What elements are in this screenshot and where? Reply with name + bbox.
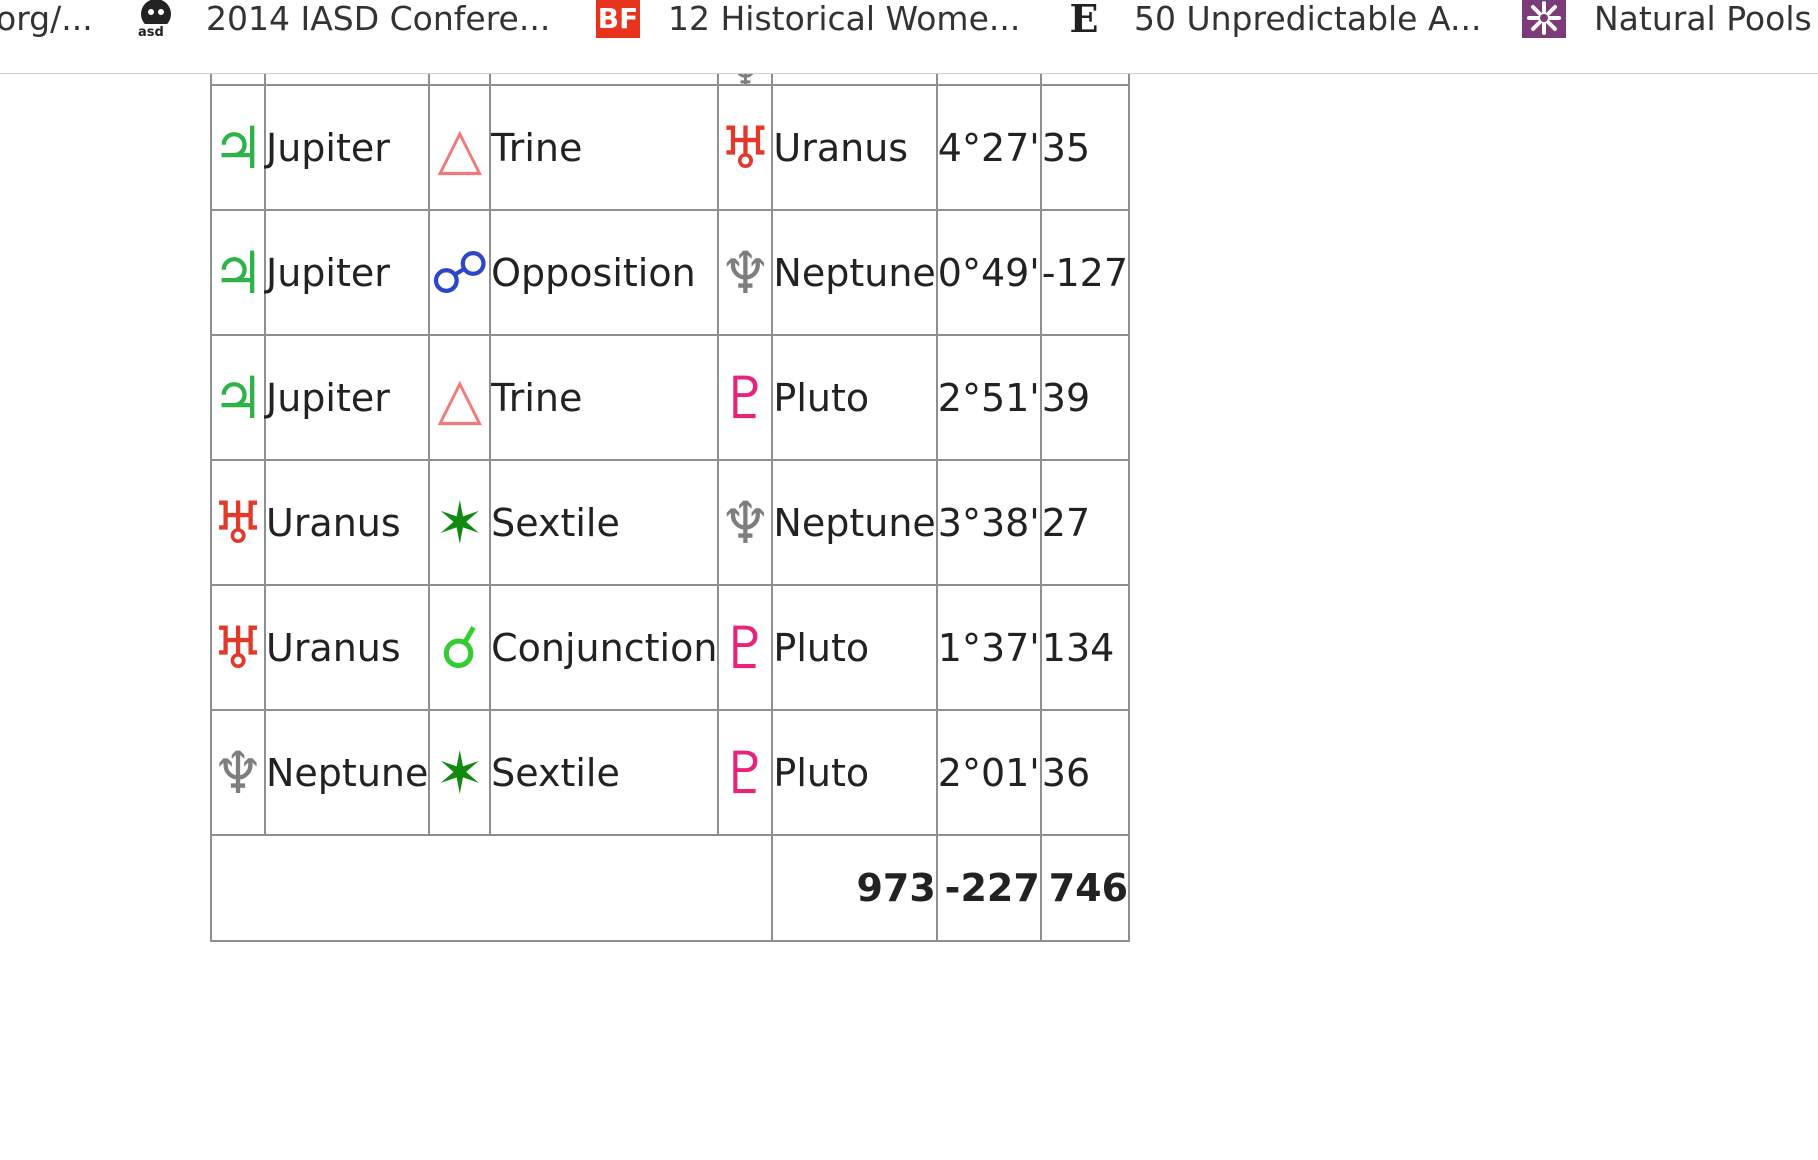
- table-row-totals: 973 -227 746: [209, 834, 1131, 942]
- pluto-icon: ♇: [719, 363, 772, 432]
- cell-symbol: △: [428, 84, 492, 211]
- pluto-icon: ♇: [719, 613, 772, 682]
- cell-symbol: ♃: [210, 334, 266, 461]
- trine-icon: △: [437, 363, 483, 432]
- opposition-icon: ☍: [430, 238, 490, 307]
- cell-orb: 3°38': [935, 459, 1042, 586]
- cell-orb: 2°51': [935, 334, 1042, 461]
- cell-symbol: ♅: [210, 459, 266, 586]
- uranus-icon: ♅: [212, 613, 264, 682]
- pluto-icon: ♇: [719, 738, 772, 807]
- neptune-icon: ♆: [719, 488, 772, 557]
- cell-p1: Jupiter: [263, 84, 431, 211]
- bookmark-label: Natural Pools: [1594, 0, 1812, 38]
- cell-orb: 1°37': [935, 584, 1042, 711]
- cell-symbol: ♆: [717, 209, 774, 336]
- cell-symbol: △: [428, 334, 492, 461]
- cell-empty: [209, 834, 774, 942]
- cell-symbol: ☍: [428, 209, 492, 336]
- uranus-icon: ♅: [212, 488, 264, 557]
- bookmark-label: 2014 IASD Confere...: [206, 0, 551, 38]
- e-icon: E: [1069, 0, 1099, 41]
- total-positive: 973: [771, 834, 938, 942]
- cell-aspect: Sextile: [489, 459, 720, 586]
- total-net: 746: [1039, 834, 1131, 942]
- cell-symbol: ♃: [210, 209, 266, 336]
- jupiter-icon: ♃: [212, 113, 264, 182]
- cell-symbol: ♅: [717, 84, 774, 211]
- iasd-logo-icon: asd: [134, 0, 178, 38]
- table-row: ♅ Uranus ✶ Sextile ♆ Neptune 3°38' 27: [210, 459, 1131, 586]
- neptune-icon: ♆: [212, 738, 264, 807]
- cell-power: 134: [1039, 584, 1131, 711]
- cell-symbol: ☌: [428, 584, 492, 711]
- cell-p2: Neptune: [771, 209, 938, 336]
- conjunction-icon: ☌: [440, 613, 480, 682]
- flower-icon: [1522, 0, 1566, 38]
- cell-power: 35: [1039, 84, 1131, 211]
- cell-p2: Neptune: [771, 459, 938, 586]
- svg-text:asd: asd: [138, 25, 164, 38]
- cell-p2: Uranus: [771, 84, 938, 211]
- cell-p2: Pluto: [771, 584, 938, 711]
- neptune-icon: ♆: [719, 238, 772, 307]
- cell-power: 39: [1039, 334, 1131, 461]
- bookmark-3[interactable]: BF 12 Historical Wome...: [596, 0, 1021, 38]
- cell-p1: Jupiter: [263, 334, 431, 461]
- cell-symbol: ♆: [210, 709, 266, 836]
- aspects-table: ♆ ♃Jupiter△Trine♅Uranus4°27'35♃Jupiter☍O…: [209, 36, 1131, 942]
- bookmark-5[interactable]: Natural Pools: [1522, 0, 1812, 38]
- cell-symbol: ✶: [428, 709, 492, 836]
- cell-symbol: ♅: [210, 584, 266, 711]
- cell-aspect: Sextile: [489, 709, 720, 836]
- cell-p1: Neptune: [263, 709, 431, 836]
- cell-aspect: Trine: [489, 334, 720, 461]
- jupiter-icon: ♃: [212, 363, 264, 432]
- bookmark-1[interactable]: org/...: [0, 0, 93, 38]
- bookmark-label: org/...: [0, 0, 93, 38]
- total-negative: -227: [935, 834, 1042, 942]
- table-row: ♃ Jupiter △ Trine ♅ Uranus 4°27' 35: [210, 84, 1131, 211]
- cell-power: -127: [1039, 209, 1131, 336]
- cell-aspect: Conjunction: [489, 584, 720, 711]
- cell-p1: Jupiter: [263, 209, 431, 336]
- cell-aspect: Opposition: [489, 209, 720, 336]
- cell-orb: 2°01': [935, 709, 1042, 836]
- cell-power: 27: [1039, 459, 1131, 586]
- trine-icon: △: [437, 113, 483, 182]
- cell-symbol: ♇: [717, 584, 774, 711]
- table-row: ♆ Neptune ✶ Sextile ♇ Pluto 2°01' 36: [210, 709, 1131, 836]
- uranus-icon: ♅: [719, 113, 772, 182]
- bookmark-4[interactable]: E 50 Unpredictable A...: [1062, 0, 1482, 41]
- jupiter-icon: ♃: [212, 238, 264, 307]
- cell-orb: 4°27': [935, 84, 1042, 211]
- bookmark-label: 12 Historical Wome...: [668, 0, 1021, 38]
- cell-p1: Uranus: [263, 584, 431, 711]
- cell-power: 36: [1039, 709, 1131, 836]
- cell-symbol: ♇: [717, 709, 774, 836]
- table-row: ♃ Jupiter ☍ Opposition ♆ Neptune 0°49' -127: [210, 209, 1131, 336]
- bf-icon: BF: [596, 0, 640, 38]
- bookmark-label: 50 Unpredictable A...: [1134, 0, 1482, 38]
- sextile-icon: ✶: [435, 488, 485, 557]
- bookmarks-bar: org/... asd 2014 IASD Confere... BF 12 H…: [0, 0, 1818, 74]
- table-row: ♃ Jupiter △ Trine ♇ Pluto 2°51' 39: [210, 334, 1131, 461]
- cell-symbol: ♆: [717, 459, 774, 586]
- cell-symbol: ♇: [717, 334, 774, 461]
- cell-orb: 0°49': [935, 209, 1042, 336]
- cell-p2: Pluto: [771, 709, 938, 836]
- cell-p2: Pluto: [771, 334, 938, 461]
- cell-aspect: Trine: [489, 84, 720, 211]
- table-row: ♅ Uranus ☌ Conjunction ♇ Pluto 1°37' 134: [210, 584, 1131, 711]
- bookmark-2[interactable]: asd 2014 IASD Confere...: [134, 0, 551, 38]
- cell-symbol: ♃: [210, 84, 266, 211]
- cell-symbol: ✶: [428, 459, 492, 586]
- cell-p1: Uranus: [263, 459, 431, 586]
- sextile-icon: ✶: [435, 738, 485, 807]
